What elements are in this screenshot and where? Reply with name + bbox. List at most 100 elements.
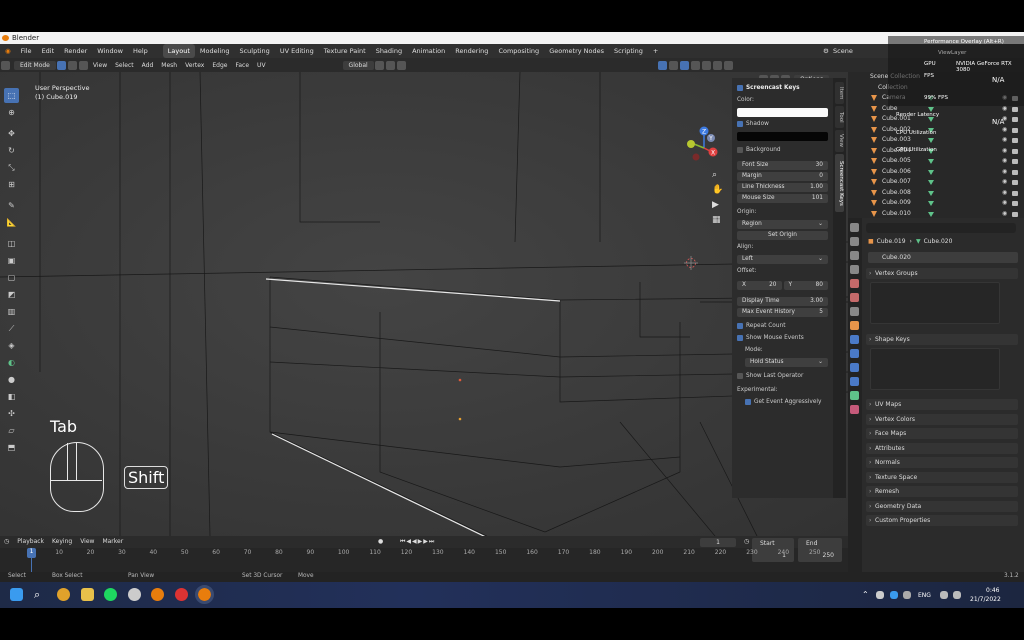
render-camera-icon[interactable]: [1012, 117, 1018, 122]
blender-menu-icon[interactable]: ◉: [0, 44, 16, 58]
rip-icon[interactable]: ⬒: [4, 440, 19, 455]
outliner-item[interactable]: Cube.006 ◉: [848, 167, 1024, 178]
tab-shading[interactable]: Shading: [371, 44, 407, 58]
render-camera-icon[interactable]: [1012, 211, 1018, 217]
offset-x-field[interactable]: X 20: [737, 281, 782, 290]
repeat-count-checkbox[interactable]: [737, 322, 743, 329]
scene-tab-icon[interactable]: [850, 279, 859, 288]
measure-icon[interactable]: 📐: [4, 215, 19, 230]
section-face-maps[interactable]: Face Maps: [866, 428, 1018, 439]
particles-tab-icon[interactable]: [850, 349, 859, 358]
world-tab-icon[interactable]: [850, 293, 859, 302]
visibility-eye-icon[interactable]: ◉: [1002, 146, 1007, 157]
recorder-icon[interactable]: [175, 588, 188, 601]
cursor-icon[interactable]: ⊕: [4, 105, 19, 120]
visibility-eye-icon[interactable]: ◉: [1002, 156, 1007, 167]
clock-time[interactable]: 0:46: [986, 587, 999, 594]
menu-view[interactable]: View: [89, 62, 111, 69]
volume-icon[interactable]: [953, 591, 961, 599]
visibility-eye-icon[interactable]: ◉: [1002, 167, 1007, 178]
shadow-checkbox[interactable]: [737, 120, 743, 127]
visibility-eye-icon[interactable]: ◉: [1002, 135, 1007, 146]
bluetooth-icon[interactable]: [890, 591, 898, 599]
outliner-item[interactable]: Cube.007 ◉: [848, 177, 1024, 188]
section-texture-space[interactable]: Texture Space: [866, 471, 1018, 483]
outliner-item[interactable]: Cube.005 ◉: [848, 156, 1024, 167]
align-dropdown[interactable]: Left ⌄: [737, 255, 828, 264]
loop-cut-icon[interactable]: ▥: [4, 304, 19, 319]
render-camera-icon[interactable]: [1012, 169, 1018, 175]
tray-icon-1[interactable]: [876, 591, 884, 599]
background-checkbox[interactable]: [737, 146, 743, 153]
font-size-field[interactable]: Font Size 30: [737, 161, 828, 170]
knife-icon[interactable]: ⟋: [4, 321, 19, 336]
view-layer-tab-icon[interactable]: [850, 265, 859, 274]
extrude-icon[interactable]: ▣: [4, 253, 19, 268]
section-geometry-data[interactable]: Geometry Data: [866, 500, 1018, 512]
mode-dropdown[interactable]: Edit Mode: [14, 60, 56, 70]
show-last-operator-checkbox[interactable]: [737, 372, 743, 379]
section-uv-maps[interactable]: UV Maps: [866, 399, 1018, 410]
menu-mesh[interactable]: Mesh: [157, 62, 181, 69]
tab-texture-paint[interactable]: Texture Paint: [319, 44, 371, 58]
clock-date[interactable]: 21/7/2022: [970, 596, 1001, 603]
menu-help[interactable]: Help: [128, 44, 153, 58]
render-camera-icon[interactable]: [1012, 138, 1018, 143]
edge-slide-icon[interactable]: ◧: [4, 389, 19, 404]
line-thickness-field[interactable]: Line Thickness 1.00: [737, 183, 828, 192]
render-camera-icon[interactable]: [1012, 127, 1018, 133]
camera-view-icon[interactable]: ▶: [712, 200, 723, 211]
search-icon[interactable]: ⌕: [34, 588, 47, 601]
origin-dropdown[interactable]: Region ⌄: [737, 220, 828, 229]
section-normals[interactable]: Normals: [866, 457, 1018, 468]
vertex-select-icon[interactable]: [56, 60, 66, 70]
navigation-gizmo[interactable]: Z Y X: [684, 124, 724, 170]
solid-shading-icon[interactable]: [701, 60, 711, 70]
menu-edit[interactable]: Edit: [37, 44, 60, 58]
timeline-ruler[interactable]: 1102030405060708090100110120130140150160…: [0, 548, 848, 558]
physics-tab-icon[interactable]: [850, 363, 859, 372]
menu-render[interactable]: Render: [59, 44, 92, 58]
shrink-fatten-icon[interactable]: ✣: [4, 406, 19, 421]
smooth-icon[interactable]: ●: [4, 372, 19, 387]
outliner-item[interactable]: Cube.009 ◉: [848, 198, 1024, 209]
menu-vertex[interactable]: Vertex: [181, 62, 208, 69]
outliner-item[interactable]: Cube.008 ◉: [848, 188, 1024, 199]
poly-build-icon[interactable]: ◈: [4, 338, 19, 353]
render-camera-icon[interactable]: [1012, 201, 1018, 206]
section-vertex-colors[interactable]: Vertex Colors: [866, 413, 1018, 425]
vertex-groups-list[interactable]: [870, 282, 1000, 324]
menu-window[interactable]: Window: [92, 44, 128, 58]
screencast-enable-checkbox[interactable]: [737, 84, 743, 91]
gizmo-toggle-icon[interactable]: [657, 60, 667, 70]
tab-screencast-keys[interactable]: Screencast Keys: [835, 154, 844, 212]
shear-icon[interactable]: ▱: [4, 423, 19, 438]
tool-tab-icon[interactable]: [850, 223, 859, 232]
data-tab-icon[interactable]: [850, 391, 859, 400]
shape-keys-list[interactable]: [870, 348, 1000, 390]
overlay-toggle-icon[interactable]: [668, 60, 678, 70]
proportional-edit-icon[interactable]: [396, 60, 406, 70]
transform-orientation-dropdown[interactable]: Global: [342, 60, 374, 70]
section-shape-keys[interactable]: Shape Keys: [866, 334, 1018, 345]
show-mouse-checkbox[interactable]: [737, 334, 743, 341]
tab-tool[interactable]: Tool: [835, 106, 844, 128]
file-explorer-icon[interactable]: [81, 588, 94, 601]
tab-item[interactable]: Item: [835, 82, 844, 104]
xray-toggle-icon[interactable]: [679, 60, 689, 70]
modifiers-tab-icon[interactable]: [850, 335, 859, 344]
tray-chevron-icon[interactable]: ⌃: [862, 590, 869, 599]
playhead[interactable]: 1: [27, 548, 36, 558]
timeline-editor-icon[interactable]: ◷: [0, 536, 13, 548]
menu-edge[interactable]: Edge: [208, 62, 231, 69]
pivot-icon[interactable]: [374, 60, 384, 70]
margin-field[interactable]: Margin 0: [737, 172, 828, 181]
aggressive-checkbox[interactable]: [745, 398, 751, 405]
outliner-item[interactable]: Cube.003 ◉: [848, 135, 1024, 146]
menu-keying[interactable]: Keying: [48, 536, 76, 548]
tab-scripting[interactable]: Scripting: [609, 44, 648, 58]
spin-icon[interactable]: ◐: [4, 355, 19, 370]
display-time-field[interactable]: Display Time 3.00: [737, 297, 828, 306]
offset-y-field[interactable]: Y 80: [783, 281, 828, 290]
menu-timeline-view[interactable]: View: [76, 536, 98, 548]
